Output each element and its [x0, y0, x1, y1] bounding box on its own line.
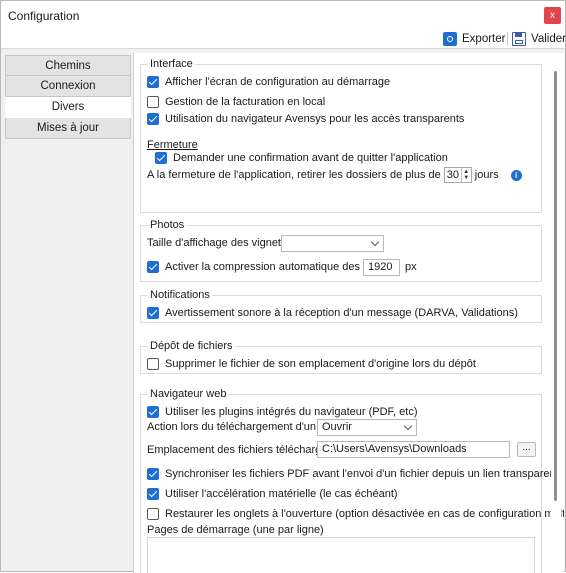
sync-pdf-option[interactable]: Synchroniser les fichiers PDF avant l'en…: [147, 468, 559, 480]
thumb-size-select[interactable]: [281, 235, 384, 252]
group-title-interface: Interface: [148, 58, 195, 70]
checkbox[interactable]: [147, 488, 159, 500]
close-button[interactable]: x: [544, 7, 561, 24]
group-title-notifications: Notifications: [148, 289, 212, 301]
option-label: Demander une confirmation avant de quitt…: [173, 152, 448, 164]
compress-px-input[interactable]: 1920: [363, 259, 400, 276]
group-title-web: Navigateur web: [148, 388, 229, 400]
group-deposit: Dépôt de fichiers Supprimer le fichier d…: [140, 340, 542, 374]
group-title-photos: Photos: [148, 219, 187, 231]
group-title-deposit: Dépôt de fichiers: [148, 340, 235, 352]
download-location-label: Emplacement des fichiers téléchargés: [147, 444, 333, 456]
show-config-on-start-option[interactable]: Afficher l'écran de configuration au dém…: [147, 76, 390, 88]
thumb-size-label: Taille d'affichage des vignettes: [147, 237, 296, 249]
content-panel: Interface Afficher l'écran de configurat…: [133, 53, 564, 573]
checkbox[interactable]: [147, 96, 159, 108]
option-label: Afficher l'écran de configuration au dém…: [165, 76, 391, 88]
checkbox[interactable]: [147, 76, 159, 88]
restore-tabs-option[interactable]: Restaurer les onglets à l'ouverture (opt…: [147, 508, 564, 520]
checkbox[interactable]: [147, 358, 159, 370]
compress-option[interactable]: Activer la compression automatique des p…: [147, 261, 396, 273]
confirm-quit-option[interactable]: Demander une confirmation avant de quitt…: [155, 152, 448, 164]
checkbox[interactable]: [147, 307, 159, 319]
checkbox[interactable]: [147, 113, 159, 125]
nav-item-divers[interactable]: Divers: [5, 97, 131, 118]
chevron-down-icon: [370, 237, 380, 247]
billing-local-option[interactable]: Gestion de la facturation en local: [147, 96, 325, 108]
toolbar: Exporter Valider: [1, 29, 566, 49]
option-label: Gestion de la facturation en local: [165, 96, 326, 108]
group-notifications: Notifications Avertissement sonore à la …: [140, 289, 542, 323]
side-nav: Chemins Connexion Divers Mises à jour: [5, 55, 131, 139]
checkbox[interactable]: [147, 406, 159, 418]
option-label: Activer la compression automatique des p…: [165, 261, 397, 273]
option-label: Restaurer les onglets à l'ouverture (opt…: [165, 508, 564, 520]
nav-item-chemins[interactable]: Chemins: [5, 55, 131, 76]
remove-folders-row: A la fermeture de l'application, retirer…: [147, 167, 522, 183]
chevron-down-icon: [403, 421, 413, 431]
export-label: Exporter: [462, 33, 506, 45]
scrollbar[interactable]: [551, 65, 561, 573]
checkbox[interactable]: [155, 152, 167, 164]
scrollbar-thumb[interactable]: [554, 71, 557, 501]
avensys-browser-option[interactable]: Utilisation du navigateur Avensys pour l…: [147, 113, 464, 125]
option-label: Synchroniser les fichiers PDF avant l'en…: [165, 468, 559, 480]
validate-label: Valider: [531, 33, 566, 45]
option-label: Supprimer le fichier de son emplacement …: [165, 358, 476, 370]
option-label: Utiliser les plugins intégrés du navigat…: [165, 406, 418, 418]
checkbox[interactable]: [147, 261, 159, 273]
checkbox[interactable]: [147, 508, 159, 520]
closing-section-title: Fermeture: [147, 139, 198, 151]
save-icon: [512, 32, 526, 46]
remove-folders-prefix: A la fermeture de l'application, retirer…: [147, 169, 441, 181]
days-unit: jours: [474, 169, 499, 181]
group-interface: Interface Afficher l'écran de configurat…: [140, 58, 542, 213]
config-window: Configuration x Exporter Valider Chemins…: [0, 0, 566, 573]
option-label: Avertissement sonore à la réception d'un…: [165, 307, 518, 319]
start-pages-textarea[interactable]: [147, 537, 535, 573]
export-button[interactable]: Exporter: [443, 30, 505, 48]
start-pages-label: Pages de démarrage (une par ligne): [147, 524, 324, 536]
download-location-input[interactable]: C:\Users\Avensys\Downloads: [317, 441, 510, 458]
plugins-option[interactable]: Utiliser les plugins intégrés du navigat…: [147, 406, 418, 418]
window-title: Configuration: [8, 9, 80, 23]
validate-button[interactable]: Valider: [512, 30, 566, 48]
days-stepper[interactable]: 30 ▲ ▼: [443, 167, 472, 183]
checkbox[interactable]: [147, 468, 159, 480]
info-icon[interactable]: i: [510, 169, 522, 181]
group-web: Navigateur web Utiliser les plugins inté…: [140, 388, 564, 573]
group-photos: Photos Taille d'affichage des vignettes …: [140, 219, 542, 282]
title-bar: Configuration x: [1, 1, 565, 29]
download-action-value: Ouvrir: [322, 421, 352, 433]
browse-button[interactable]: ...: [517, 442, 536, 457]
delete-original-option[interactable]: Supprimer le fichier de son emplacement …: [147, 358, 476, 370]
option-label: Utilisation du navigateur Avensys pour l…: [165, 113, 465, 125]
nav-item-mises-a-jour[interactable]: Mises à jour: [5, 118, 131, 139]
download-action-select[interactable]: Ouvrir: [317, 419, 417, 436]
stepper-arrows-icon[interactable]: ▲ ▼: [460, 168, 471, 182]
option-label: Utiliser l'accélération matérielle (le c…: [165, 488, 398, 500]
gear-icon: [443, 32, 457, 46]
sound-option[interactable]: Avertissement sonore à la réception d'un…: [147, 307, 518, 319]
days-value[interactable]: 30: [445, 169, 461, 181]
nav-item-connexion[interactable]: Connexion: [5, 76, 131, 97]
toolbar-separator: [507, 32, 508, 46]
px-unit: px: [405, 261, 417, 273]
hw-accel-option[interactable]: Utiliser l'accélération matérielle (le c…: [147, 488, 398, 500]
